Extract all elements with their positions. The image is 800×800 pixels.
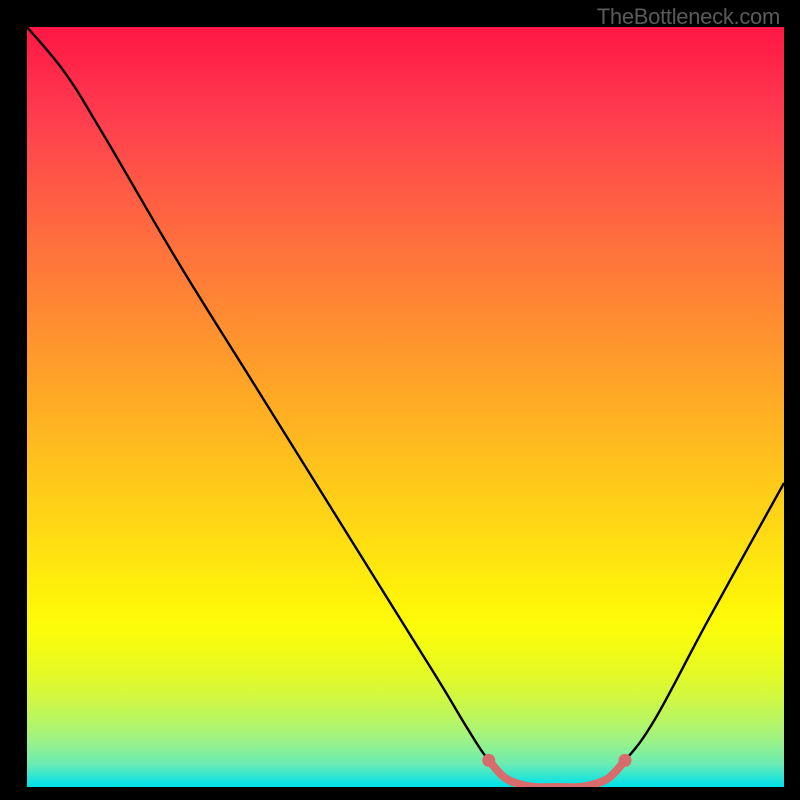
chart-svg	[27, 27, 784, 787]
optimal-marker-dot	[619, 754, 632, 767]
optimal-markers	[482, 754, 631, 767]
watermark-text: TheBottleneck.com	[597, 4, 780, 30]
curve-group	[27, 27, 784, 787]
optimal-marker-dot	[482, 754, 495, 767]
bottleneck-curve-path	[27, 27, 784, 787]
plot-area	[27, 27, 784, 787]
chart-container: TheBottleneck.com	[0, 0, 800, 800]
optimal-highlight-path	[489, 760, 625, 787]
